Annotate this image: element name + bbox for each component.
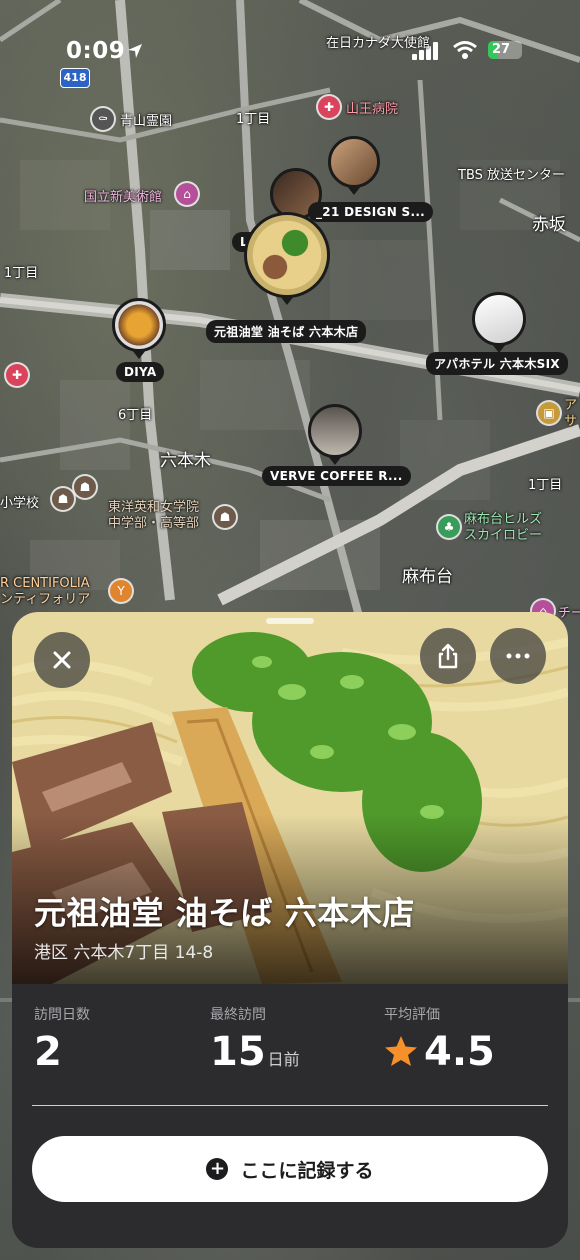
stat-last-visit-label: 最終訪問 bbox=[210, 1007, 266, 1023]
hotel-icon[interactable]: ▣ bbox=[538, 402, 560, 424]
star-icon bbox=[384, 1032, 418, 1076]
stat-last-visit: 最終訪問 15 日前 bbox=[210, 1004, 300, 1082]
battery-icon: 27 bbox=[488, 41, 522, 59]
battery-level: 27 bbox=[492, 42, 511, 57]
visit-stats: 訪問日数 2 最終訪問 15 日前 平均評価 4.5 bbox=[34, 1004, 548, 1084]
label-sanno-hospital[interactable]: 山王病院 bbox=[346, 98, 398, 117]
wifi-icon bbox=[452, 40, 478, 64]
more-icon bbox=[506, 653, 530, 659]
place-sheet[interactable]: 元祖油堂 油そば 六本木店 港区 六本木7丁目 14-8 訪問日数 2 最終訪問… bbox=[12, 612, 568, 1248]
sheet-handle[interactable] bbox=[266, 618, 314, 624]
status-bar: 0:09 27 bbox=[0, 38, 580, 68]
hospital-icon-left[interactable]: ✚ bbox=[6, 364, 28, 386]
label-tbs[interactable]: TBS 放送センター bbox=[458, 164, 565, 183]
label-akasaka: 赤坂 bbox=[532, 215, 566, 235]
label-aoyama-cemetery[interactable]: 青山霊園 bbox=[120, 110, 172, 129]
pin-main[interactable] bbox=[244, 212, 330, 305]
cemetery-icon[interactable]: ⚰ bbox=[92, 108, 114, 130]
close-icon bbox=[53, 651, 71, 669]
stat-visit-days: 訪問日数 2 bbox=[34, 1004, 90, 1074]
pin-diya[interactable] bbox=[112, 298, 166, 359]
label-shogakko[interactable]: 小学校 bbox=[0, 492, 39, 511]
label-itchome-left: 1丁目 bbox=[4, 266, 39, 281]
label-6-chome: 6丁目 bbox=[118, 408, 153, 423]
pin-verve[interactable] bbox=[308, 404, 362, 465]
hospital-icon[interactable]: ✚ bbox=[318, 96, 340, 118]
pin-tag-main[interactable]: 元祖油堂 油そば 六本木店 bbox=[206, 320, 367, 343]
place-address: 港区 六本木7丁目 14-8 bbox=[34, 943, 214, 963]
park-icon[interactable]: ♣ bbox=[438, 516, 460, 538]
more-button[interactable] bbox=[490, 628, 546, 684]
stat-last-visit-value: 15 bbox=[210, 1029, 266, 1075]
label-centifolia[interactable]: R CENTIFOLIA ンティフォリア bbox=[0, 576, 90, 608]
stat-visit-days-label: 訪問日数 bbox=[34, 1007, 90, 1023]
stat-avg-rating-label: 平均評価 bbox=[384, 1007, 440, 1023]
stat-last-visit-unit: 日前 bbox=[267, 1050, 300, 1069]
label-right-edge-1[interactable]: ア サ bbox=[564, 398, 577, 430]
share-icon bbox=[438, 643, 458, 669]
label-itchome-top: 1丁目 bbox=[236, 112, 271, 127]
plus-circle-icon: + bbox=[206, 1158, 229, 1180]
label-roppongi: 六本木 bbox=[160, 451, 211, 471]
route-shield: 418 bbox=[60, 68, 90, 88]
stat-avg-rating: 平均評価 4.5 bbox=[384, 1004, 495, 1076]
school-icon[interactable]: ☗ bbox=[52, 488, 74, 510]
label-azabudai-hills[interactable]: 麻布台ヒルズ スカイロビー bbox=[464, 512, 542, 544]
bar-icon[interactable]: Y bbox=[110, 580, 132, 602]
record-here-button[interactable]: + ここに記録する bbox=[32, 1136, 548, 1202]
status-time: 0:09 bbox=[66, 38, 126, 64]
museum-icon[interactable]: ⌂ bbox=[176, 183, 198, 205]
share-button[interactable] bbox=[420, 628, 476, 684]
label-azabudai: 麻布台 bbox=[402, 567, 453, 587]
place-title: 元祖油堂 油そば 六本木店 bbox=[34, 894, 415, 932]
stat-avg-rating-value: 4.5 bbox=[424, 1029, 495, 1075]
pin-apa[interactable] bbox=[472, 292, 526, 353]
label-national-art-center[interactable]: 国立新美術館 bbox=[84, 186, 162, 205]
stat-visit-days-value: 2 bbox=[34, 1029, 62, 1075]
label-toyo-eiwa[interactable]: 東洋英和女学院 中学部・高等部 bbox=[108, 500, 199, 532]
location-arrow-icon bbox=[126, 42, 144, 64]
pin-tag-apa[interactable]: アパホテル 六本木SIX bbox=[426, 352, 568, 375]
school-icon-3[interactable]: ☗ bbox=[214, 506, 236, 528]
pin-tag-verve[interactable]: VERVE COFFEE R... bbox=[262, 466, 411, 486]
label-canada-embassy[interactable]: 在日カナダ大使館 bbox=[326, 32, 430, 51]
pin-design[interactable] bbox=[328, 136, 380, 195]
divider bbox=[32, 1105, 548, 1106]
school-icon-2[interactable]: ☗ bbox=[74, 476, 96, 498]
close-button[interactable] bbox=[34, 632, 90, 688]
record-here-label: ここに記録する bbox=[240, 1159, 374, 1182]
pin-tag-diya[interactable]: DIYA bbox=[116, 362, 165, 382]
label-itchome-right: 1丁目 bbox=[528, 478, 563, 493]
